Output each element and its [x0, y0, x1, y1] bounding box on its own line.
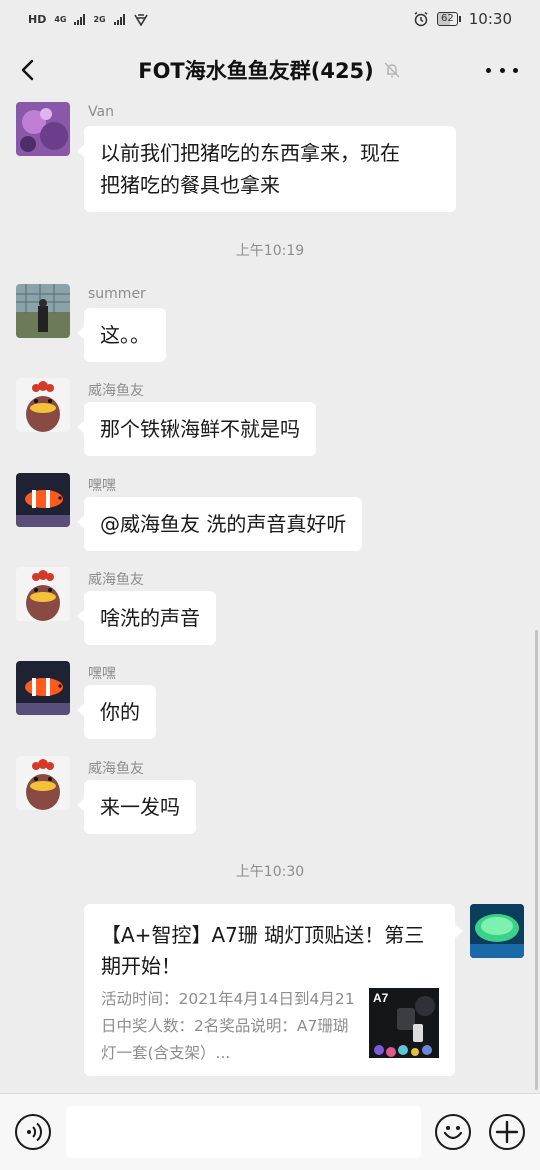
- signal-icon-2: [113, 13, 125, 25]
- avatar[interactable]: [16, 102, 70, 156]
- scrollbar[interactable]: [535, 630, 538, 1090]
- message-line: 以前我们把猪吃的东西拿来，现在: [100, 141, 400, 165]
- message-line: 把猪吃的餐具也拿来: [100, 173, 280, 197]
- message-text: 这。。: [100, 323, 150, 347]
- sender-name: 嘿嘿: [88, 666, 116, 682]
- message-bubble[interactable]: @威海鱼友 洗的声音真好听: [76, 497, 363, 551]
- sender-name: 威海鱼友: [88, 761, 144, 777]
- sender-name: summer: [88, 286, 146, 302]
- wifi-icon: [133, 14, 148, 26]
- message-input[interactable]: [66, 1106, 421, 1158]
- message-bubble[interactable]: 啥洗的声音: [77, 591, 216, 645]
- chat-title: FOT海水鱼鱼友群(425): [138, 59, 374, 83]
- sender-name: 威海鱼友: [88, 572, 144, 588]
- message-bubble[interactable]: 来一发吗: [77, 780, 196, 834]
- signal-icon: [74, 13, 86, 25]
- sender-name: 嘿嘿: [88, 478, 116, 494]
- title-wrap: FOT海水鱼鱼友群(425): [138, 55, 402, 85]
- avatar[interactable]: [16, 567, 70, 621]
- hd-indicator: HD: [28, 12, 47, 26]
- timestamp: 上午10:30: [235, 864, 305, 880]
- link-card-thumb-label: A7: [373, 991, 389, 1005]
- plus-icon: [495, 1120, 519, 1144]
- message-text: 啥洗的声音: [100, 606, 200, 630]
- link-card-thumbnail: A7: [369, 988, 439, 1058]
- emoji-icon: [443, 1126, 463, 1140]
- link-card-description: 活动时间：2021年4月14日到4月21日中奖人数：2名奖品说明：A7珊瑚灯一套…: [101, 990, 355, 1062]
- avatar[interactable]: [16, 378, 70, 432]
- avatar[interactable]: [16, 756, 70, 810]
- message-text: @威海鱼友 洗的声音真好听: [100, 512, 347, 536]
- mute-bell-icon: [384, 62, 400, 78]
- avatar[interactable]: [16, 473, 70, 527]
- back-icon[interactable]: [14, 54, 46, 86]
- voice-icon: [27, 1122, 43, 1142]
- avatar[interactable]: [16, 284, 70, 338]
- input-bar: [0, 1093, 540, 1170]
- network-label-2: 2G: [93, 14, 106, 24]
- sender-name: 威海鱼友: [88, 383, 144, 399]
- sender-name: Van: [88, 104, 114, 120]
- status-left: HD 4G 2G: [28, 12, 149, 26]
- message-text: 你的: [100, 700, 140, 724]
- status-right: 62 10:30: [413, 10, 512, 28]
- battery-level: 62: [437, 12, 458, 26]
- more-icon[interactable]: [486, 56, 518, 84]
- alarm-icon: [414, 11, 428, 27]
- message-bubble[interactable]: 这。。: [77, 308, 166, 362]
- status-bar: HD 4G 2G 62 10:30: [0, 0, 540, 38]
- message-bubble[interactable]: 那个铁锹海鲜不就是吗: [77, 402, 316, 456]
- message-text: 来一发吗: [100, 795, 180, 819]
- self-avatar[interactable]: [470, 904, 524, 958]
- message-text: 那个铁锹海鲜不就是吗: [100, 417, 300, 441]
- message-bubble[interactable]: 你的: [77, 685, 156, 739]
- timestamp: 上午10:19: [235, 243, 305, 259]
- chat-header: FOT海水鱼鱼友群(425): [0, 38, 540, 102]
- avatar[interactable]: [16, 661, 70, 715]
- more-functions-button[interactable]: [489, 1114, 525, 1150]
- emoji-button[interactable]: [435, 1114, 471, 1150]
- network-label-1: 4G: [54, 14, 67, 24]
- link-card[interactable]: 【A+智控】A7珊 瑚灯顶贴送！第三期开始！ 活动时间：2021年4月14日到4…: [84, 904, 463, 1076]
- battery-icon: 62: [437, 12, 461, 26]
- status-time: 10:30: [468, 10, 512, 28]
- link-card-title: 【A+智控】A7珊 瑚灯顶贴送！第三期开始！: [101, 923, 425, 978]
- message-bubble[interactable]: 以前我们把猪吃的东西拿来，现在 把猪吃的餐具也拿来: [77, 126, 456, 212]
- voice-button[interactable]: [15, 1114, 51, 1150]
